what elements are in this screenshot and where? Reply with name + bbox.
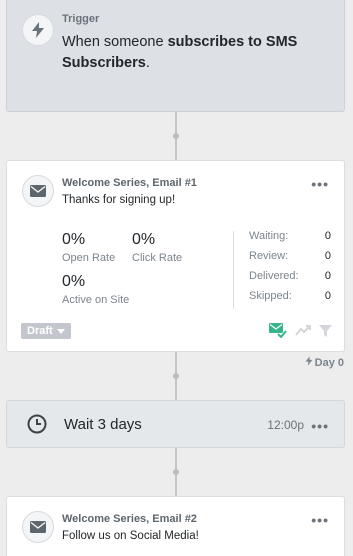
email-card-2[interactable]: Welcome Series, Email #2 Follow us on So… <box>6 496 345 556</box>
status-value: 0 <box>324 290 331 302</box>
card-action-icons <box>269 323 332 343</box>
open-rate-value: 0% <box>62 231 86 248</box>
more-options-button[interactable]: ••• <box>311 513 329 527</box>
status-value: 0 <box>324 230 331 242</box>
click-rate-value: 0% <box>132 231 156 248</box>
caret-down-icon <box>56 328 65 334</box>
trigger-label: Trigger <box>62 13 100 25</box>
flow-connector-dot <box>173 133 179 139</box>
active-on-site-label: Active on Site <box>62 294 130 306</box>
draft-status-dropdown[interactable]: Draft <box>21 323 71 339</box>
lightning-icon <box>22 14 54 46</box>
active-on-site-value: 0% <box>62 273 86 290</box>
more-options-button[interactable]: ••• <box>311 419 329 433</box>
email-subject: Thanks for signing up! <box>62 194 176 206</box>
flow-connector-dot <box>173 373 179 379</box>
status-delivered: Delivered: 0 <box>249 270 331 282</box>
status-skipped: Skipped: 0 <box>249 290 331 302</box>
open-rate-stat: 0% Open Rate <box>62 231 115 264</box>
status-value: 0 <box>324 250 331 262</box>
trigger-text-suffix: . <box>145 55 150 71</box>
email-title: Welcome Series, Email #2 <box>62 513 197 525</box>
lightning-icon <box>305 356 313 369</box>
draft-label: Draft <box>27 325 53 337</box>
status-review: Review: 0 <box>249 250 331 262</box>
status-value: 0 <box>324 270 331 282</box>
email-check-icon[interactable] <box>269 323 287 343</box>
trigger-text-prefix: When someone <box>62 34 168 50</box>
flow-connector-dot <box>173 469 179 475</box>
status-waiting: Waiting: 0 <box>249 230 331 242</box>
envelope-icon <box>22 511 54 543</box>
trigger-description: When someone subscribes to SMS Subscribe… <box>62 32 332 74</box>
day-marker-label: Day 0 <box>314 356 344 369</box>
status-label: Delivered: <box>249 270 299 282</box>
more-options-button[interactable]: ••• <box>311 177 329 191</box>
wait-time: 12:00p <box>267 418 304 432</box>
wait-duration: Wait 3 days <box>64 416 142 433</box>
filter-icon[interactable] <box>319 324 332 342</box>
status-label: Skipped: <box>249 290 292 302</box>
clock-icon <box>27 414 47 439</box>
envelope-icon <box>22 175 54 207</box>
status-label: Review: <box>249 250 289 262</box>
trigger-card[interactable]: Trigger When someone subscribes to SMS S… <box>6 0 345 112</box>
smart-sending-icon[interactable] <box>295 324 311 342</box>
click-rate-label: Click Rate <box>132 252 183 264</box>
email-title: Welcome Series, Email #1 <box>62 177 197 189</box>
active-on-site-stat: 0% Active on Site <box>62 273 129 306</box>
click-rate-stat: 0% Click Rate <box>132 231 182 264</box>
wait-card[interactable]: Wait 3 days 12:00p ••• <box>6 400 345 448</box>
divider <box>233 231 234 309</box>
email-subject: Follow us on Social Media! <box>62 530 199 542</box>
email-card-1[interactable]: Welcome Series, Email #1 Thanks for sign… <box>6 160 345 352</box>
day-marker: Day 0 <box>305 356 344 369</box>
status-label: Waiting: <box>249 230 289 242</box>
open-rate-label: Open Rate <box>62 252 116 264</box>
